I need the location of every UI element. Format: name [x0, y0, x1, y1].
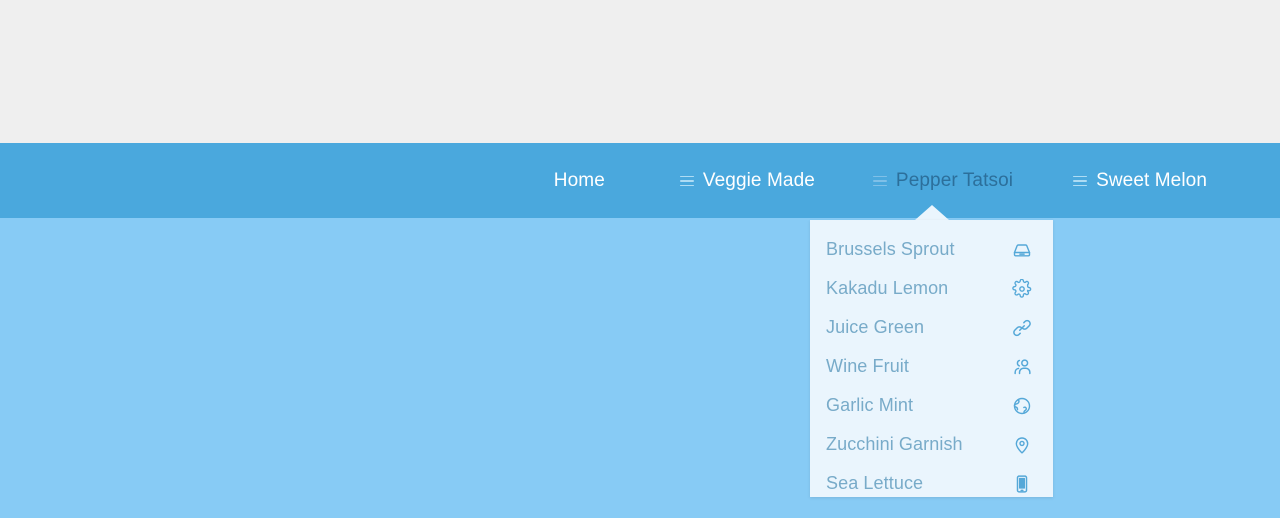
hamburger-icon	[1073, 175, 1088, 187]
dropdown-item-zucchini-garnish[interactable]: Zucchini Garnish	[810, 425, 1053, 464]
globe-icon	[1011, 395, 1033, 417]
dropdown-item-sea-lettuce[interactable]: Sea Lettuce	[810, 464, 1053, 503]
page-root: Home Veggie Made Pepper Tatsoi Sweet Mel…	[0, 0, 1280, 518]
main-navbar: Home Veggie Made Pepper Tatsoi Sweet Mel…	[0, 143, 1280, 218]
dropdown-item-label: Garlic Mint	[826, 395, 914, 415]
dropdown-item-label: Wine Fruit	[826, 356, 910, 376]
hard-drive-icon	[1011, 239, 1033, 261]
dropdown-menu-pepper-tatsoi: Brussels Sprout Kakadu Lemon Juice Green	[810, 220, 1053, 497]
hamburger-icon	[679, 175, 694, 187]
users-icon	[1011, 356, 1033, 378]
nav-item-pepper-tatsoi-label: Pepper Tatsoi	[895, 169, 1014, 191]
page-content-area	[0, 218, 1280, 518]
dropdown-item-brussels-sprout[interactable]: Brussels Sprout	[810, 230, 1053, 269]
hamburger-icon	[872, 175, 887, 187]
link-icon	[1011, 317, 1033, 339]
nav-item-sweet-melon[interactable]: Sweet Melon	[1073, 143, 1207, 218]
dropdown-caret-icon	[915, 205, 949, 220]
dropdown-item-label: Juice Green	[826, 317, 925, 337]
dropdown-item-wine-fruit[interactable]: Wine Fruit	[810, 347, 1053, 386]
dropdown-item-label: Zucchini Garnish	[826, 434, 963, 454]
map-pin-icon	[1011, 434, 1033, 456]
dropdown-item-juice-green[interactable]: Juice Green	[810, 308, 1053, 347]
page-top-blank-area	[0, 0, 1280, 143]
nav-item-sweet-melon-label: Sweet Melon	[1096, 169, 1207, 191]
nav-item-home-label: Home	[553, 169, 605, 191]
nav-item-home[interactable]: Home	[554, 143, 605, 218]
dropdown-item-kakadu-lemon[interactable]: Kakadu Lemon	[810, 269, 1053, 308]
dropdown-item-label: Sea Lettuce	[826, 473, 924, 493]
dropdown-item-label: Brussels Sprout	[826, 239, 955, 259]
nav-item-veggie-made-label: Veggie Made	[702, 169, 815, 191]
dropdown-item-label: Kakadu Lemon	[826, 278, 949, 298]
gear-icon	[1011, 278, 1033, 300]
nav-item-veggie-made[interactable]: Veggie Made	[679, 143, 815, 218]
mobile-icon	[1011, 473, 1033, 495]
dropdown-item-garlic-mint[interactable]: Garlic Mint	[810, 386, 1053, 425]
